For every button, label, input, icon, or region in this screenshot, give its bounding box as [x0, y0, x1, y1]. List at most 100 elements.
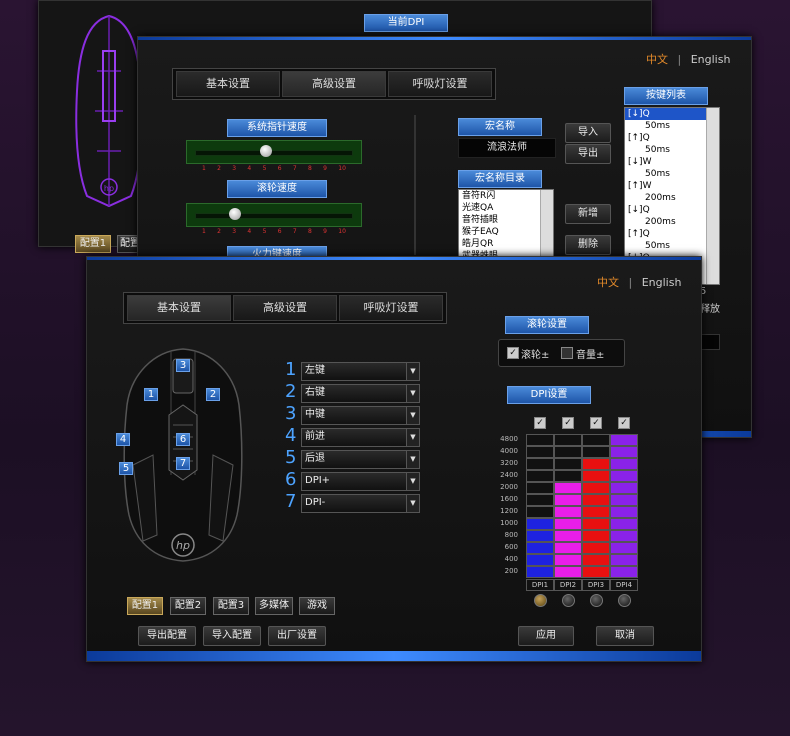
dpi-bar-cell[interactable]	[610, 518, 638, 530]
lang-zh[interactable]: 中文	[597, 276, 619, 289]
list-item[interactable]: [↑]Q	[625, 132, 719, 144]
dpi-bar-cell[interactable]	[526, 434, 554, 446]
list-item[interactable]: 音符插眼	[459, 214, 553, 226]
chevron-down-icon[interactable]: ▼	[406, 385, 419, 402]
key-assign-select-3[interactable]: 中键 ▼	[301, 406, 420, 425]
dpi-bar-cell[interactable]	[582, 554, 610, 566]
key-assign-select-1[interactable]: 左键 ▼	[301, 362, 420, 381]
lang-en[interactable]: English	[642, 276, 682, 289]
dpi-bar-cell[interactable]	[610, 470, 638, 482]
new-button[interactable]: 新增	[565, 204, 611, 224]
import-config-button[interactable]: 导入配置	[203, 626, 261, 646]
dpi-bar-cell[interactable]	[610, 482, 638, 494]
dpi-bar-cell[interactable]	[610, 542, 638, 554]
dpi-bar-cell[interactable]	[554, 434, 582, 446]
dpi-bar-cell[interactable]	[582, 566, 610, 578]
dpi-bar-cell[interactable]	[526, 542, 554, 554]
mouse-label-3[interactable]: 3	[176, 359, 190, 372]
dpi-bar-cell[interactable]	[582, 530, 610, 542]
wheel-speed-knob[interactable]	[229, 208, 241, 220]
dpi-bar-cell[interactable]	[582, 458, 610, 470]
chevron-down-icon[interactable]: ▼	[406, 495, 419, 512]
dpi-select-radio[interactable]	[590, 594, 603, 607]
dpi-bar-cell[interactable]	[610, 494, 638, 506]
list-item[interactable]: 猴子EAQ	[459, 226, 553, 238]
dpi-bar-cell[interactable]	[554, 482, 582, 494]
dpi-bar-cell[interactable]	[582, 446, 610, 458]
tab-breathing-light[interactable]: 呼吸灯设置	[388, 71, 492, 97]
dpi-bar-cell[interactable]	[582, 518, 610, 530]
tab-basic[interactable]: 基本设置	[176, 71, 280, 97]
wheel-scroll-checkbox[interactable]: ✓	[507, 347, 519, 359]
mouse-label-4[interactable]: 4	[116, 433, 130, 446]
list-item[interactable]: [↑]Q	[625, 228, 719, 240]
dpi-bar-cell[interactable]	[526, 446, 554, 458]
dpi-enable-checkbox[interactable]: ✓	[534, 417, 546, 429]
delete-button[interactable]: 删除	[565, 235, 611, 255]
chevron-down-icon[interactable]: ▼	[406, 363, 419, 380]
dpi-bar-cell[interactable]	[526, 470, 554, 482]
dpi-bar-cell[interactable]	[610, 506, 638, 518]
dpi-bar-cell[interactable]	[610, 434, 638, 446]
list-item[interactable]: 200ms	[625, 216, 719, 228]
macro-name-value[interactable]: 流浪法师	[458, 138, 556, 158]
dpi-select-radio[interactable]	[562, 594, 575, 607]
dpi-bar-cell[interactable]	[582, 494, 610, 506]
list-item[interactable]: [↓]W	[625, 156, 719, 168]
list-item[interactable]: 音符R闪	[459, 190, 553, 202]
game-button[interactable]: 游戏	[299, 597, 335, 615]
dpi-bar-cell[interactable]	[554, 494, 582, 506]
lang-en[interactable]: English	[691, 53, 731, 66]
wheel-speed-slider[interactable]	[186, 203, 362, 227]
dpi-enable-checkbox[interactable]: ✓	[562, 417, 574, 429]
tab-advanced[interactable]: 高级设置	[282, 71, 386, 97]
chevron-down-icon[interactable]: ▼	[406, 451, 419, 468]
dpi-enable-checkbox[interactable]: ✓	[590, 417, 602, 429]
dpi-bar-cell[interactable]	[554, 518, 582, 530]
dpi-bar-cell[interactable]	[526, 566, 554, 578]
cancel-button[interactable]: 取消	[596, 626, 654, 646]
apply-button[interactable]: 应用	[518, 626, 574, 646]
list-item[interactable]: 50ms	[625, 240, 719, 252]
dpi-bar-cell[interactable]	[582, 482, 610, 494]
dpi-bar-cell[interactable]	[526, 458, 554, 470]
key-assign-select-7[interactable]: DPI- ▼	[301, 494, 420, 513]
dpi-bar-cell[interactable]	[582, 470, 610, 482]
list-item[interactable]: [↓]Q	[625, 108, 719, 120]
key-assign-select-4[interactable]: 前进 ▼	[301, 428, 420, 447]
back-config-1[interactable]: 配置1	[75, 235, 111, 253]
chevron-down-icon[interactable]: ▼	[406, 473, 419, 490]
dpi-bar-cell[interactable]	[526, 506, 554, 518]
key-assign-select-2[interactable]: 右键 ▼	[301, 384, 420, 403]
dpi-bar-cell[interactable]	[554, 530, 582, 542]
dpi-bar-cell[interactable]	[554, 566, 582, 578]
list-item[interactable]: [↑]W	[625, 180, 719, 192]
dpi-bar-cell[interactable]	[554, 506, 582, 518]
dpi-bar-cell[interactable]	[526, 554, 554, 566]
pointer-speed-slider[interactable]	[186, 140, 362, 164]
list-item[interactable]: [↓]Q	[625, 204, 719, 216]
key-list-scrollbar[interactable]	[706, 108, 719, 284]
dpi-enable-checkbox[interactable]: ✓	[618, 417, 630, 429]
config-3-button[interactable]: 配置3	[213, 597, 249, 615]
import-button[interactable]: 导入	[565, 123, 611, 143]
list-item[interactable]: 200ms	[625, 192, 719, 204]
dpi-bar-cell[interactable]	[582, 506, 610, 518]
front-lang-switch[interactable]: 中文 | English	[597, 274, 681, 290]
dpi-bar-cell[interactable]	[526, 530, 554, 542]
pointer-speed-knob[interactable]	[260, 145, 272, 157]
dpi-bar-cell[interactable]	[610, 530, 638, 542]
export-config-button[interactable]: 导出配置	[138, 626, 196, 646]
tab-breathing-light[interactable]: 呼吸灯设置	[339, 295, 443, 321]
mouse-label-1[interactable]: 1	[144, 388, 158, 401]
chevron-down-icon[interactable]: ▼	[406, 407, 419, 424]
mouse-label-6[interactable]: 6	[176, 433, 190, 446]
export-button[interactable]: 导出	[565, 144, 611, 164]
list-item[interactable]: 50ms	[625, 144, 719, 156]
list-item[interactable]: 50ms	[625, 120, 719, 132]
mouse-label-7[interactable]: 7	[176, 457, 190, 470]
dpi-bar-cell[interactable]	[610, 458, 638, 470]
dpi-select-radio[interactable]	[618, 594, 631, 607]
list-item[interactable]: 50ms	[625, 168, 719, 180]
dpi-bar-cell[interactable]	[610, 446, 638, 458]
